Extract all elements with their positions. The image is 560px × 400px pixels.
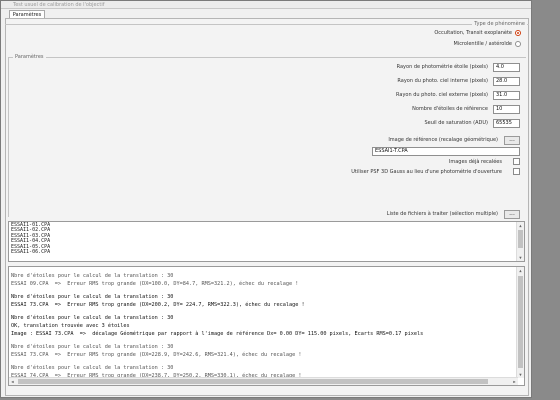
checkbox-use-psf[interactable]	[513, 168, 520, 175]
browse-image-list-button[interactable]: ...	[504, 210, 520, 219]
label-ref-image: Image de référence (recalage géométrique…	[388, 137, 498, 143]
label-sky-outer-radius: Rayon du photo. ciel externe (pixels)	[396, 92, 488, 98]
label-saturation: Seuil de saturation (ADU)	[424, 120, 488, 126]
label-images-registered: Images déjà recalées	[448, 159, 502, 165]
phenomenon-legend: Type de phénomène	[472, 21, 527, 28]
input-sky-outer-radius[interactable]: 31.0	[493, 91, 520, 100]
scroll-thumb[interactable]	[518, 276, 523, 368]
scroll-down-icon[interactable]: ▼	[517, 371, 524, 378]
radio-occultation[interactable]: Occultation, Transit exoplanète	[434, 29, 521, 37]
log-vertical-scrollbar[interactable]: ▲ ▼	[516, 267, 524, 378]
log-line: OK, translation trouvée avec 3 étoiles	[11, 323, 130, 329]
radio-occultation-button[interactable]	[515, 30, 521, 36]
label-image-list: Liste de fichiers à traiter (sélection m…	[386, 211, 498, 217]
radio-occultation-label: Occultation, Transit exoplanète	[434, 30, 512, 36]
scroll-thumb[interactable]	[518, 230, 523, 248]
log-line: Nbre d'étoiles pour le calcul de la tran…	[11, 273, 174, 279]
log-line: ESSAI 73.CPA => Erreur RMS trop grande (…	[11, 352, 302, 358]
list-item[interactable]: ESSAI1-06.CPA	[11, 249, 522, 255]
main-window: Test usuel de calibration de l'objectif …	[0, 0, 532, 398]
log-line: Nbre d'étoiles pour le calcul de la tran…	[11, 315, 174, 321]
label-ref-star-count: Nombre d'étoiles de référence	[412, 106, 488, 112]
params-legend: Paramètres	[13, 54, 46, 61]
input-ref-image[interactable]: ESSAI1-T.CPA	[372, 147, 520, 156]
browse-ref-image-button[interactable]: ...	[504, 136, 520, 145]
log-line: ESSAI 73.CPA => Erreur RMS trop grande (…	[11, 302, 305, 308]
log-output[interactable]: Nbre d'étoiles pour le calcul de la tran…	[8, 266, 525, 386]
scroll-thumb[interactable]	[18, 379, 488, 384]
log-horizontal-scrollbar[interactable]: ◀ ▶	[9, 377, 518, 385]
log-line: Nbre d'étoiles pour le calcul de la tran…	[11, 344, 174, 350]
log-line: Nbre d'étoiles pour le calcul de la tran…	[11, 294, 174, 300]
log-line: ESSAI 09.CPA => Erreur RMS trop grande (…	[11, 281, 299, 287]
input-ref-star-count[interactable]: 10	[493, 105, 520, 114]
scroll-right-icon[interactable]: ▶	[511, 378, 518, 385]
window-title: Test usuel de calibration de l'objectif	[1, 1, 531, 9]
input-sky-inner-radius[interactable]: 28.0	[493, 77, 520, 86]
label-sky-inner-radius: Rayon du photo. ciel interne (pixels)	[397, 78, 488, 84]
input-star-radius[interactable]: 4.0	[493, 63, 520, 72]
image-file-list[interactable]: ESSAI1-01.CPA ESSAI1-02.CPA ESSAI1-03.CP…	[8, 221, 525, 262]
scroll-down-icon[interactable]: ▼	[517, 254, 524, 261]
radio-microlens[interactable]: Microlentille / astéroïde	[453, 40, 521, 48]
list-vertical-scrollbar[interactable]: ▲ ▼	[516, 222, 524, 261]
scroll-left-icon[interactable]: ◀	[9, 378, 16, 385]
scroll-up-icon[interactable]: ▲	[517, 222, 524, 229]
radio-microlens-label: Microlentille / astéroïde	[453, 41, 512, 47]
label-use-psf: Utiliser PSF 3D Gauss au lieu d'une phot…	[351, 169, 502, 175]
checkbox-images-registered[interactable]	[513, 158, 520, 165]
radio-microlens-button[interactable]	[515, 41, 521, 47]
log-line: Nbre d'étoiles pour le calcul de la tran…	[11, 365, 174, 371]
log-line: Image : ESSAI 73.CPA => décalage Géométr…	[11, 331, 424, 337]
input-saturation[interactable]: 65535	[493, 119, 520, 128]
scroll-up-icon[interactable]: ▲	[517, 267, 524, 274]
label-star-radius: Rayon de photométrie étoile (pixels)	[396, 64, 488, 70]
